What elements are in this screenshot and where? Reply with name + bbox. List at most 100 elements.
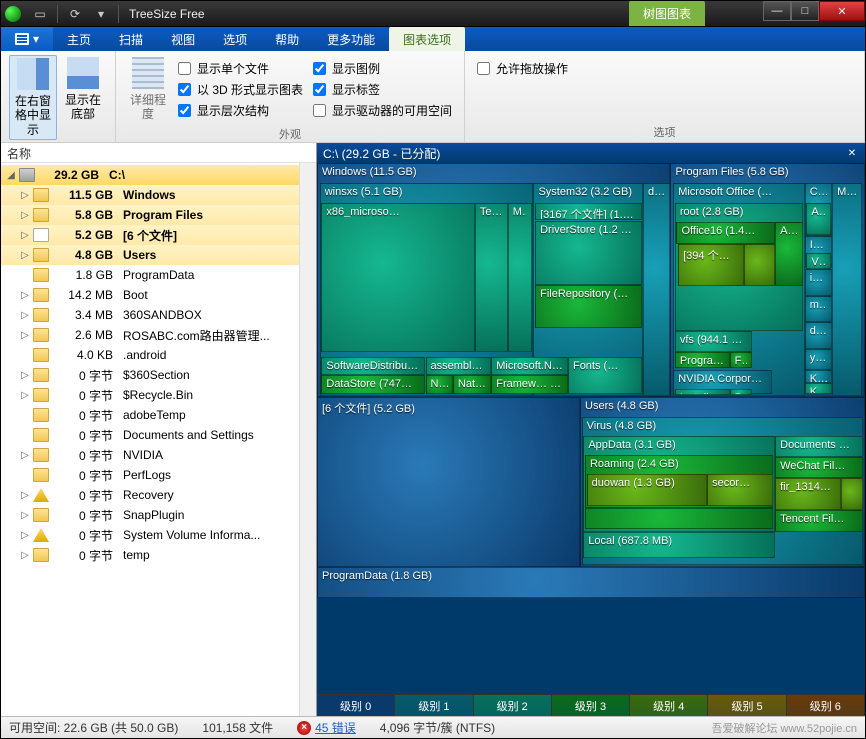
file-tab[interactable]: ▾: [1, 27, 53, 51]
treemap-block[interactable]: MI…: [832, 183, 862, 395]
treemap-block[interactable]: [3167 个文件] (1.8…: [535, 203, 642, 220]
expand-icon[interactable]: ▷: [19, 310, 31, 321]
qat-dropdown-icon[interactable]: ▾: [90, 5, 112, 23]
close-button[interactable]: ✕: [819, 1, 865, 21]
treemap-block[interactable]: FileRepository (…: [535, 285, 642, 327]
treemap-block[interactable]: [744, 244, 774, 286]
check-show-free-space[interactable]: 显示驱动器的可用空间: [313, 102, 452, 119]
legend-item[interactable]: 级别 2: [474, 695, 552, 716]
tree-row[interactable]: ▷0 字节$360Section: [1, 365, 299, 385]
check-show-labels[interactable]: 显示标签: [313, 81, 452, 98]
treemap-block[interactable]: duow…: [805, 322, 832, 349]
treemap-block[interactable]: Nativ…: [426, 375, 453, 394]
treemap-block[interactable]: Fonts (…: [568, 357, 642, 394]
legend-item[interactable]: 级别 4: [630, 695, 708, 716]
treemap-block[interactable]: fir_1314…: [775, 478, 841, 510]
tree-root[interactable]: ◢29.2 GBC:\: [1, 165, 299, 185]
tree-row[interactable]: ▷0 字节temp: [1, 545, 299, 565]
treemap-block[interactable]: Progra…: [675, 352, 730, 368]
expand-icon[interactable]: ▷: [19, 250, 31, 261]
tree-row[interactable]: ▷2.6 MBROSABC.com路由器管理...: [1, 325, 299, 345]
tab-more[interactable]: 更多功能: [313, 27, 389, 51]
tab-options[interactable]: 选项: [209, 27, 261, 51]
treemap-block[interactable]: Framew… a…: [491, 375, 568, 394]
treemap-block[interactable]: Local (687.8 MB): [583, 532, 775, 559]
folder-tree[interactable]: ◢29.2 GBC:\▷11.5 GBWindows▷5.8 GBProgram…: [1, 163, 299, 716]
tab-home[interactable]: 主页: [53, 27, 105, 51]
tree-row[interactable]: ▷5.8 GBProgram Files: [1, 205, 299, 225]
show-at-bottom-button[interactable]: 显示在底部: [59, 55, 107, 140]
legend-item[interactable]: 级别 6: [787, 695, 865, 716]
check-show-legend[interactable]: 显示图例: [313, 60, 452, 77]
tree-row[interactable]: ▷0 字节System Volume Informa...: [1, 525, 299, 545]
treemap-block[interactable]: A…: [775, 222, 802, 286]
tree-row[interactable]: 4.0 KB.android: [1, 345, 299, 365]
treemap-block[interactable]: assembly (747.7…: [426, 357, 492, 376]
expand-icon[interactable]: ▷: [19, 290, 31, 301]
expand-icon[interactable]: ▷: [19, 510, 31, 521]
treemap-block[interactable]: Ph…: [730, 389, 752, 395]
legend-item[interactable]: 级别 1: [395, 695, 473, 716]
treemap-block[interactable]: Installer2 (6…: [675, 389, 730, 395]
tree-row[interactable]: 0 字节adobeTemp: [1, 405, 299, 425]
expand-icon[interactable]: ▷: [19, 370, 31, 381]
expand-icon[interactable]: ▷: [19, 230, 31, 241]
tree-row[interactable]: ▷5.2 GB[6 个文件]: [1, 225, 299, 245]
tree-row[interactable]: ▷0 字节$Recycle.Bin: [1, 385, 299, 405]
treemap-block[interactable]: [841, 478, 863, 510]
minimize-button[interactable]: —: [763, 1, 791, 21]
qat-refresh-icon[interactable]: ⟳: [64, 5, 86, 23]
expand-icon[interactable]: ▷: [19, 450, 31, 461]
tree-row[interactable]: ▷14.2 MBBoot: [1, 285, 299, 305]
expand-icon[interactable]: ▷: [19, 530, 31, 541]
tree-row[interactable]: ▷0 字节Recovery: [1, 485, 299, 505]
tree-scrollbar[interactable]: [299, 163, 316, 716]
legend-item[interactable]: 级别 3: [552, 695, 630, 716]
treemap-block[interactable]: DataStore (747…: [321, 375, 425, 394]
check-allow-drag[interactable]: 允许拖放操作: [477, 60, 568, 77]
qat-open-icon[interactable]: ▭: [29, 5, 51, 23]
tree-column-header[interactable]: 名称: [1, 143, 316, 163]
legend-item[interactable]: 级别 0: [317, 695, 395, 716]
treemap-block[interactable]: [6 个文件] (5.2 GB): [317, 397, 580, 567]
treemap-block[interactable]: [585, 508, 774, 529]
expand-icon[interactable]: ▷: [19, 330, 31, 341]
treemap-block[interactable]: Microsoft.N…: [491, 357, 568, 376]
treemap-block[interactable]: d…: [643, 183, 670, 395]
tree-row[interactable]: 1.8 GBProgramData: [1, 265, 299, 285]
treemap-close-button[interactable]: ✕: [845, 146, 859, 160]
treemap-block[interactable]: iZ…: [805, 269, 832, 296]
tree-row[interactable]: 0 字节PerfLogs: [1, 465, 299, 485]
treemap-block[interactable]: Kasp…: [805, 370, 832, 383]
treemap-block[interactable]: Documents …: [775, 436, 863, 457]
treemap-block[interactable]: SoftwareDistribu…: [321, 357, 425, 376]
expand-icon[interactable]: ▷: [19, 210, 31, 221]
tree-row[interactable]: ▷4.8 GBUsers: [1, 245, 299, 265]
treemap-block[interactable]: Nativ… G…: [453, 375, 491, 394]
maximize-button[interactable]: □: [791, 1, 819, 21]
treemap-block[interactable]: x86_microso…: [321, 203, 474, 352]
treemap-block[interactable]: [394 个…: [678, 244, 744, 286]
treemap-block[interactable]: mic…: [805, 296, 832, 323]
treemap-block[interactable]: DriverStore (1.2 …: [535, 221, 642, 285]
status-errors-link[interactable]: 45 错误: [297, 719, 356, 736]
tab-chart-options[interactable]: 图表选项: [389, 27, 465, 51]
treemap-block[interactable]: WeChat Fil…: [775, 457, 863, 478]
tree-row[interactable]: 0 字节Documents and Settings: [1, 425, 299, 445]
tree-row[interactable]: ▷0 字节NVIDIA: [1, 445, 299, 465]
treemap-block[interactable]: secor…: [707, 474, 773, 506]
detail-level-button[interactable]: 详细程度: [124, 55, 172, 124]
treemap-block[interactable]: Ad…: [806, 203, 831, 235]
treemap-chart[interactable]: Windows (11.5 GB)winsxs (5.1 GB)x86_micr…: [317, 163, 865, 694]
check-show-hierarchy[interactable]: 显示层次结构: [178, 102, 303, 119]
treemap-block[interactable]: duowan (1.3 GB): [587, 474, 708, 506]
expand-icon[interactable]: ▷: [19, 490, 31, 501]
expand-icon[interactable]: ▷: [19, 550, 31, 561]
tree-row[interactable]: ▷0 字节SnapPlugin: [1, 505, 299, 525]
tab-view[interactable]: 视图: [157, 27, 209, 51]
treemap-block[interactable]: yy (3…: [805, 349, 832, 370]
tree-row[interactable]: ▷3.4 MB360SANDBOX: [1, 305, 299, 325]
treemap-block[interactable]: Manif…: [508, 203, 533, 352]
treemap-block[interactable]: VST…: [806, 253, 831, 269]
treemap-block[interactable]: Fo…: [730, 352, 752, 368]
